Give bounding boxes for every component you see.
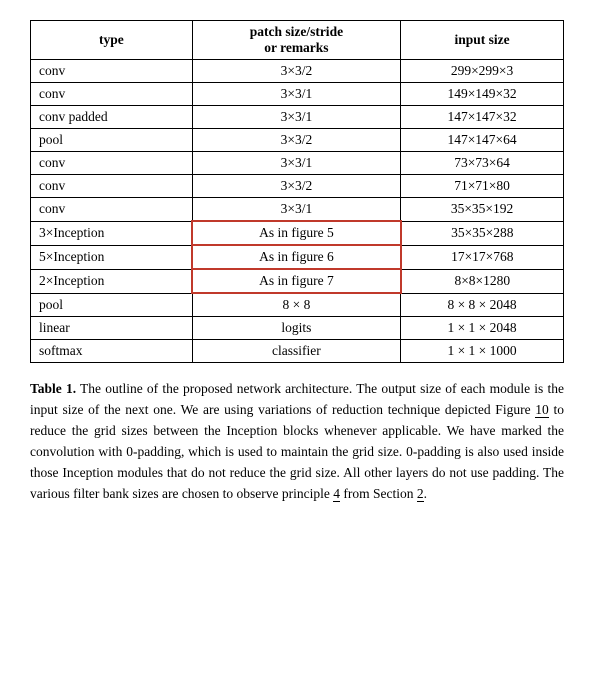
table-row: conv3×3/1149×149×32 — [31, 83, 564, 106]
caption-text1: The outline of the proposed network arch… — [30, 381, 564, 417]
cell-type: conv — [31, 198, 193, 222]
table-row: conv3×3/271×71×80 — [31, 175, 564, 198]
cell-type: 3×Inception — [31, 221, 193, 245]
table-caption: Table 1. The outline of the proposed net… — [30, 379, 564, 505]
cell-type: conv — [31, 83, 193, 106]
cell-type: softmax — [31, 340, 193, 363]
cell-type: 2×Inception — [31, 269, 193, 293]
cell-patch: classifier — [192, 340, 400, 363]
cell-patch: 3×3/2 — [192, 175, 400, 198]
table-row: pool3×3/2147×147×64 — [31, 129, 564, 152]
network-table: type patch size/stride or remarks input … — [30, 20, 564, 363]
cell-input: 17×17×768 — [401, 245, 564, 269]
caption-text3: from Section — [340, 486, 417, 501]
table-row: 3×InceptionAs in figure 535×35×288 — [31, 221, 564, 245]
cell-input: 8×8×1280 — [401, 269, 564, 293]
cell-patch: 3×3/2 — [192, 129, 400, 152]
patch-header-main: patch size/stride — [250, 24, 343, 39]
cell-patch: logits — [192, 317, 400, 340]
cell-patch: 3×3/1 — [192, 106, 400, 129]
caption-text4: . — [424, 486, 427, 501]
cell-patch: As in figure 7 — [192, 269, 400, 293]
table-row: conv3×3/2299×299×3 — [31, 60, 564, 83]
table-row: conv padded3×3/1147×147×32 — [31, 106, 564, 129]
patch-header-sub: or remarks — [264, 40, 328, 55]
col-header-input: input size — [401, 21, 564, 60]
table-row: pool8 × 88 × 8 × 2048 — [31, 293, 564, 317]
cell-patch: As in figure 6 — [192, 245, 400, 269]
col-header-type: type — [31, 21, 193, 60]
cell-input: 71×71×80 — [401, 175, 564, 198]
cell-type: conv padded — [31, 106, 193, 129]
cell-input: 147×147×32 — [401, 106, 564, 129]
table-row: linearlogits1 × 1 × 2048 — [31, 317, 564, 340]
table-row: softmaxclassifier1 × 1 × 1000 — [31, 340, 564, 363]
col-header-patch: patch size/stride or remarks — [192, 21, 400, 60]
ref-2[interactable]: 2 — [417, 486, 424, 502]
cell-type: conv — [31, 175, 193, 198]
cell-input: 35×35×288 — [401, 221, 564, 245]
architecture-table: type patch size/stride or remarks input … — [30, 20, 564, 363]
cell-type: pool — [31, 129, 193, 152]
cell-patch: 8 × 8 — [192, 293, 400, 317]
cell-input: 1 × 1 × 1000 — [401, 340, 564, 363]
cell-patch: 3×3/1 — [192, 198, 400, 222]
cell-type: conv — [31, 60, 193, 83]
cell-input: 299×299×3 — [401, 60, 564, 83]
cell-type: pool — [31, 293, 193, 317]
cell-input: 73×73×64 — [401, 152, 564, 175]
ref-10[interactable]: 10 — [535, 402, 549, 418]
table-row: 2×InceptionAs in figure 78×8×1280 — [31, 269, 564, 293]
cell-input: 35×35×192 — [401, 198, 564, 222]
cell-input: 149×149×32 — [401, 83, 564, 106]
cell-type: linear — [31, 317, 193, 340]
cell-input: 1 × 1 × 2048 — [401, 317, 564, 340]
table-row: 5×InceptionAs in figure 617×17×768 — [31, 245, 564, 269]
cell-patch: 3×3/2 — [192, 60, 400, 83]
cell-patch: As in figure 5 — [192, 221, 400, 245]
cell-input: 8 × 8 × 2048 — [401, 293, 564, 317]
cell-input: 147×147×64 — [401, 129, 564, 152]
cell-patch: 3×3/1 — [192, 152, 400, 175]
cell-type: 5×Inception — [31, 245, 193, 269]
cell-type: conv — [31, 152, 193, 175]
table-row: conv3×3/173×73×64 — [31, 152, 564, 175]
table-row: conv3×3/135×35×192 — [31, 198, 564, 222]
cell-patch: 3×3/1 — [192, 83, 400, 106]
caption-label: Table 1. — [30, 381, 76, 396]
